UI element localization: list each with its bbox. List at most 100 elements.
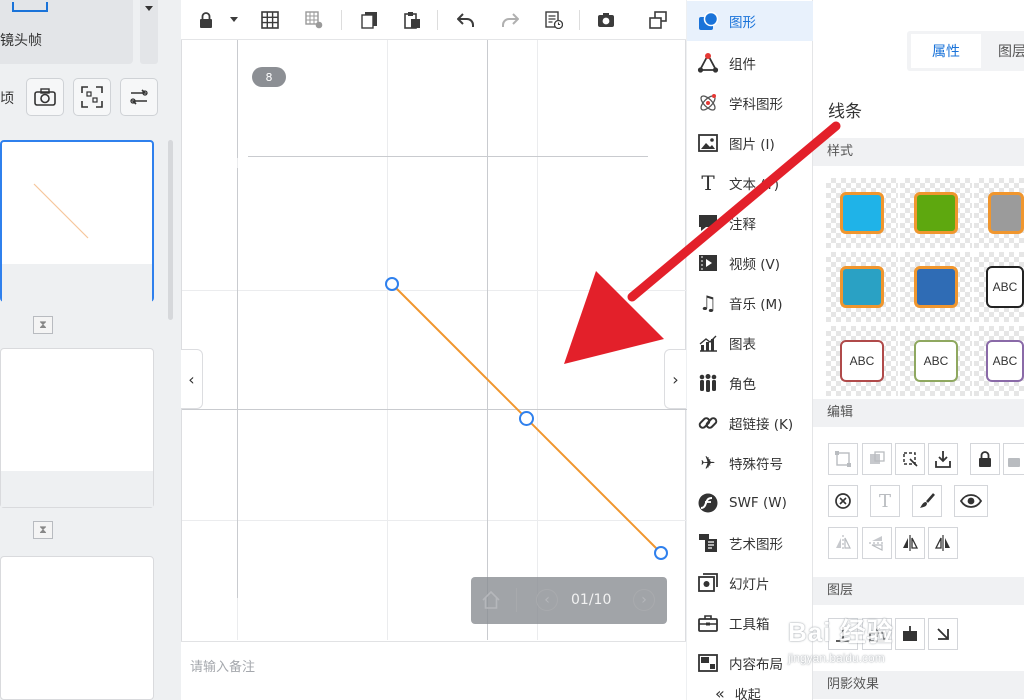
save-shape-button[interactable] (928, 443, 958, 475)
menu-item-art-shapes[interactable]: 艺术图形 (687, 523, 813, 563)
section-layer: 图层 (813, 577, 1024, 605)
comment-icon (697, 212, 719, 234)
menu-item-special-symbols[interactable]: ✈ 特殊符号 (687, 443, 813, 483)
slide-thumbnail-3[interactable] (0, 556, 154, 700)
send-backward-button[interactable] (895, 618, 925, 650)
scan-button[interactable] (73, 78, 111, 116)
slide-timer-1[interactable]: ⧗ (33, 316, 53, 334)
menu-item-swf[interactable]: SWF (W) (687, 483, 813, 523)
collapse-left-panel-button[interactable]: ‹ (181, 349, 203, 409)
ungroup-icon (870, 451, 885, 464)
style-swatch-6[interactable]: ABC (974, 252, 1024, 322)
tab-properties[interactable]: 属性 (911, 34, 981, 68)
line-start-handle[interactable] (385, 277, 399, 291)
insert-menu: 图形 组件 学科图形 图片 (I) T 文本 (T) 注释 视频 (V) ♫ 音… (687, 0, 813, 700)
style-swatch-4[interactable] (826, 252, 898, 322)
more-dropdown-button[interactable] (140, 0, 158, 64)
menu-item-content-layout[interactable]: 内容布局 (687, 643, 813, 683)
flip-vertical-button[interactable] (862, 527, 892, 559)
swatch-preview: ABC (914, 340, 958, 382)
camera-frame-button[interactable]: 镜头帧 (0, 0, 133, 64)
camera-frame-icon (12, 2, 48, 12)
menu-item-music[interactable]: ♫ 音乐 (M) (687, 283, 813, 323)
video-icon (697, 252, 719, 274)
unlock-object-button[interactable] (1003, 443, 1024, 475)
note-input[interactable] (181, 641, 686, 700)
text-icon: T (878, 490, 891, 512)
menu-item-video[interactable]: 视频 (V) (687, 243, 813, 283)
layout-icon (697, 652, 719, 674)
note-placeholder: 请输入备注 (190, 660, 256, 675)
flip-horizontal-button[interactable] (828, 527, 858, 559)
bring-forward-button[interactable] (862, 618, 892, 650)
menu-item-slides[interactable]: 幻灯片 (687, 563, 813, 603)
edit-text-button[interactable]: T (870, 485, 900, 517)
format-painter-button[interactable] (912, 485, 942, 517)
home-icon[interactable] (481, 590, 501, 610)
line-end-handle[interactable] (654, 546, 668, 560)
flip-vertical-icon (869, 536, 885, 551)
slide-thumbnail-2[interactable] (0, 348, 154, 508)
menu-item-label: SWF (W) (729, 495, 787, 511)
airplane-icon: ✈ (700, 452, 716, 474)
slide-timer-2[interactable]: ⧗ (33, 521, 53, 539)
hourglass-icon: ⧗ (39, 523, 47, 536)
menu-item-hyperlink[interactable]: 超链接 (K) (687, 403, 813, 443)
collapse-menu-button[interactable]: « 收起 (715, 684, 761, 700)
tab-layers[interactable]: 图层 (985, 34, 1024, 68)
swatch-preview (988, 192, 1024, 234)
line-mid-handle[interactable] (519, 411, 534, 426)
crop-button[interactable] (895, 443, 925, 475)
mirror-left-button[interactable] (895, 527, 925, 559)
visibility-button[interactable] (954, 485, 988, 517)
menu-item-text[interactable]: T 文本 (T) (687, 163, 813, 203)
menu-item-toolbox[interactable]: 工具箱 (687, 603, 813, 643)
align-group-button[interactable] (828, 443, 858, 475)
camera-icon (34, 88, 56, 106)
swatch-text: ABC (849, 354, 875, 368)
unlock-icon (1008, 458, 1020, 467)
style-swatch-5[interactable] (900, 252, 972, 322)
ungroup-button[interactable] (862, 443, 892, 475)
next-page-button[interactable]: › (633, 589, 655, 611)
image-icon (697, 132, 719, 154)
switch-button[interactable] (120, 78, 158, 116)
menu-item-chart[interactable]: 图表 (687, 323, 813, 363)
menu-item-character[interactable]: 角色 (687, 363, 813, 403)
style-swatch-3[interactable] (974, 178, 1024, 248)
swatch-preview (840, 266, 884, 308)
mirror-right-button[interactable] (928, 527, 958, 559)
slide-thumbnail-1[interactable] (0, 140, 154, 302)
pager-divider (516, 588, 517, 612)
style-swatch-9[interactable]: ABC (974, 326, 1024, 396)
collapse-right-panel-button[interactable]: › (664, 349, 686, 409)
prev-page-button[interactable]: ‹ (536, 589, 558, 611)
collapse-label: 收起 (734, 688, 761, 700)
thumbnail-footer (2, 264, 152, 302)
menu-item-subject-shapes[interactable]: 学科图形 (687, 83, 813, 123)
menu-item-label: 特殊符号 (729, 457, 783, 473)
menu-item-shape[interactable]: 图形 (687, 1, 813, 41)
menu-item-label: 组件 (729, 57, 756, 73)
menu-item-image[interactable]: 图片 (I) (687, 123, 813, 163)
download-icon (935, 451, 951, 468)
style-swatch-7[interactable]: ABC (826, 326, 898, 396)
reset-button[interactable] (828, 485, 858, 517)
bring-front-icon (836, 627, 850, 642)
screenshot-button[interactable] (26, 78, 64, 116)
style-swatch-2[interactable] (900, 178, 972, 248)
page-indicator: 01/10 (571, 592, 612, 608)
menu-item-component[interactable]: 组件 (687, 43, 813, 83)
style-swatch-1[interactable] (826, 178, 898, 248)
bring-forward-icon (869, 627, 885, 642)
partial-tool-label: 顷 (0, 91, 14, 107)
swatch-preview: ABC (986, 266, 1024, 308)
bring-to-front-button[interactable] (828, 618, 858, 650)
menu-item-label: 注释 (729, 217, 756, 233)
thumbnail-scrollbar[interactable] (168, 140, 173, 320)
lock-object-button[interactable] (970, 443, 1000, 475)
menu-item-comment[interactable]: 注释 (687, 203, 813, 243)
send-to-back-button[interactable] (928, 618, 958, 650)
section-style: 样式 (813, 138, 1024, 166)
style-swatch-8[interactable]: ABC (900, 326, 972, 396)
